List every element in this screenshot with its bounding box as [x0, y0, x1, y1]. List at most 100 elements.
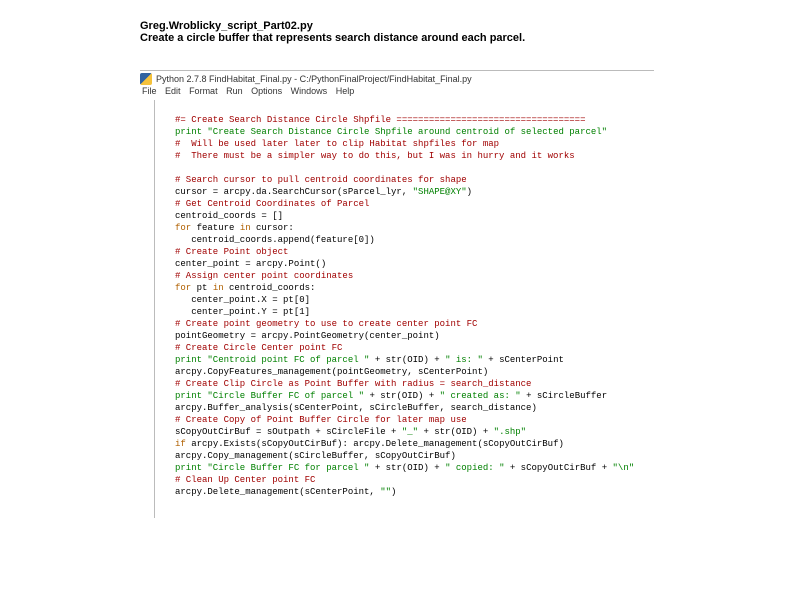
code-token: pointGeometry = arcpy.PointGeometry(cent…: [175, 331, 440, 341]
code-token: print: [175, 463, 207, 473]
code-token: in: [240, 223, 251, 233]
code-line: centroid_coords = []: [175, 210, 634, 222]
code-line: print "Circle Buffer FC for parcel " + s…: [175, 462, 634, 474]
code-line: # Clean Up Center point FC: [175, 474, 634, 486]
code-token: arcpy.Buffer_analysis(sCenterPoint, sCir…: [175, 403, 537, 413]
window-titlebar: Python 2.7.8 FindHabitat_Final.py - C:/P…: [140, 71, 654, 86]
code-line: arcpy.Buffer_analysis(sCenterPoint, sCir…: [175, 402, 634, 414]
code-line: #= Create Search Distance Circle Shpfile…: [175, 114, 634, 126]
code-token: "": [380, 487, 391, 497]
code-token: "_": [402, 427, 418, 437]
code-line: print "Circle Buffer FC of parcel " + st…: [175, 390, 634, 402]
code-line: pointGeometry = arcpy.PointGeometry(cent…: [175, 330, 634, 342]
code-token: # Create Circle Center point FC: [175, 343, 342, 353]
code-token: print: [175, 391, 207, 401]
code-token: # Get Centroid Coordinates of Parcel: [175, 199, 369, 209]
code-line: # Will be used later later to clip Habit…: [175, 138, 634, 150]
editor-area: #= Create Search Distance Circle Shpfile…: [140, 100, 654, 518]
code-token: for: [175, 283, 191, 293]
code-token: + str(OID) +: [418, 427, 494, 437]
code-token: print: [175, 355, 207, 365]
code-token: for: [175, 223, 191, 233]
code-token: # Clean Up Center point FC: [175, 475, 315, 485]
code-token: cursor = arcpy.da.SearchCursor(sParcel_l…: [175, 187, 413, 197]
code-line: if arcpy.Exists(sCopyOutCirBuf): arcpy.D…: [175, 438, 634, 450]
code-token: if: [175, 439, 186, 449]
code-token: center_point.Y = pt[1]: [175, 307, 310, 317]
code-line: # Create point geometry to use to create…: [175, 318, 634, 330]
ide-window: Python 2.7.8 FindHabitat_Final.py - C:/P…: [140, 70, 654, 518]
code-line: sCopyOutCirBuf = sOutpath + sCircleFile …: [175, 426, 634, 438]
code-token: print: [175, 127, 207, 137]
menu-options[interactable]: Options: [251, 86, 282, 96]
code-token: "\n": [613, 463, 635, 473]
code-token: pt: [191, 283, 213, 293]
code-token: " created as: ": [440, 391, 521, 401]
code-line: for feature in cursor:: [175, 222, 634, 234]
code-token: arcpy.Delete_management(sCenterPoint,: [175, 487, 380, 497]
menu-file[interactable]: File: [142, 86, 157, 96]
code-token: centroid_coords.append(feature[0]): [175, 235, 375, 245]
code-token: "SHAPE@XY": [413, 187, 467, 197]
code-token: # There must be a simpler way to do this…: [175, 151, 575, 161]
code-token: # Search cursor to pull centroid coordin…: [175, 175, 467, 185]
code-token: in: [213, 283, 224, 293]
code-token: ): [467, 187, 472, 197]
code-token: "Create Search Distance Circle Shpfile a…: [207, 127, 607, 137]
code-line: # Assign center point coordinates: [175, 270, 634, 282]
python-icon: [140, 73, 152, 85]
code-token: # Assign center point coordinates: [175, 271, 353, 281]
code-line: # Create Circle Center point FC: [175, 342, 634, 354]
code-token: + sCopyOutCirBuf +: [504, 463, 612, 473]
code-token: # Create Copy of Point Buffer Circle for…: [175, 415, 467, 425]
code-token: arcpy.CopyFeatures_management(pointGeome…: [175, 367, 488, 377]
code-line: print "Centroid point FC of parcel " + s…: [175, 354, 634, 366]
menu-windows[interactable]: Windows: [291, 86, 328, 96]
code-line: # Create Clip Circle as Point Buffer wit…: [175, 378, 634, 390]
code-token: arcpy.Copy_management(sCircleBuffer, sCo…: [175, 451, 456, 461]
code-token: #= Create Search Distance Circle Shpfile…: [175, 115, 585, 125]
code-body: #= Create Search Distance Circle Shpfile…: [155, 100, 644, 518]
code-token: arcpy.Exists(sCopyOutCirBuf): arcpy.Dele…: [186, 439, 564, 449]
code-line: [175, 162, 634, 174]
code-line: # Get Centroid Coordinates of Parcel: [175, 198, 634, 210]
code-token: center_point.X = pt[0]: [175, 295, 310, 305]
code-line: arcpy.Delete_management(sCenterPoint, ""…: [175, 486, 634, 498]
code-line: cursor = arcpy.da.SearchCursor(sParcel_l…: [175, 186, 634, 198]
code-token: " is: ": [445, 355, 483, 365]
code-token: feature: [191, 223, 240, 233]
code-token: # Create Clip Circle as Point Buffer wit…: [175, 379, 531, 389]
window-title-text: Python 2.7.8 FindHabitat_Final.py - C:/P…: [156, 74, 472, 84]
code-token: # Create Point object: [175, 247, 288, 257]
code-token: + str(OID) +: [364, 391, 440, 401]
code-token: cursor:: [251, 223, 294, 233]
code-token: ".shp": [494, 427, 526, 437]
menu-bar: File Edit Format Run Options Windows Hel…: [140, 86, 654, 100]
script-filename: Greg.Wroblicky_script_Part02.py: [140, 20, 654, 32]
code-line: # Search cursor to pull centroid coordin…: [175, 174, 634, 186]
code-token: + sCircleBuffer: [521, 391, 607, 401]
code-token: "Circle Buffer FC for parcel ": [207, 463, 369, 473]
menu-run[interactable]: Run: [226, 86, 243, 96]
code-line: print "Create Search Distance Circle Shp…: [175, 126, 634, 138]
menu-help[interactable]: Help: [336, 86, 355, 96]
code-line: for pt in centroid_coords:: [175, 282, 634, 294]
code-token: ): [391, 487, 396, 497]
code-line: center_point.Y = pt[1]: [175, 306, 634, 318]
menu-edit[interactable]: Edit: [165, 86, 181, 96]
code-token: "Centroid point FC of parcel ": [207, 355, 369, 365]
code-token: " copied: ": [445, 463, 504, 473]
editor-gutter: [140, 100, 155, 518]
code-line: center_point.X = pt[0]: [175, 294, 634, 306]
code-token: sCopyOutCirBuf = sOutpath + sCircleFile …: [175, 427, 402, 437]
script-subtitle: Create a circle buffer that represents s…: [140, 32, 654, 44]
code-token: centroid_coords = []: [175, 211, 283, 221]
code-line: # Create Copy of Point Buffer Circle for…: [175, 414, 634, 426]
menu-format[interactable]: Format: [189, 86, 218, 96]
code-token: + sCenterPoint: [483, 355, 564, 365]
code-line: center_point = arcpy.Point(): [175, 258, 634, 270]
code-token: center_point = arcpy.Point(): [175, 259, 326, 269]
code-token: + str(OID) +: [369, 355, 445, 365]
code-line: arcpy.Copy_management(sCircleBuffer, sCo…: [175, 450, 634, 462]
code-line: # There must be a simpler way to do this…: [175, 150, 634, 162]
